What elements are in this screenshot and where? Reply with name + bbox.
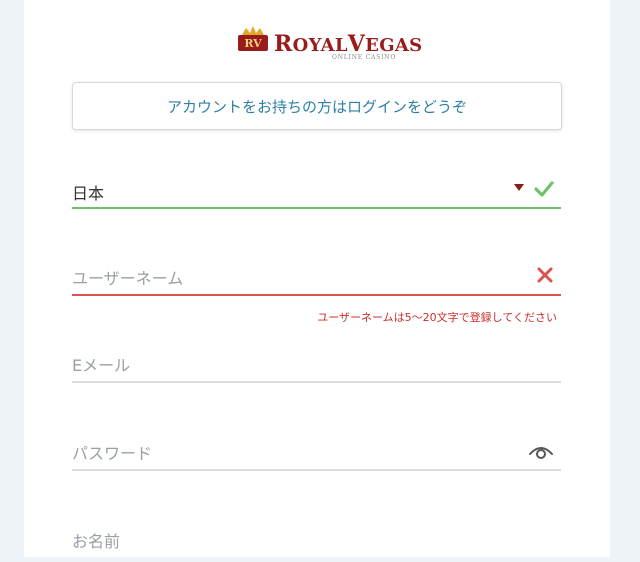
eye-icon[interactable] [528, 442, 554, 460]
svg-text:RV: RV [244, 37, 262, 50]
login-button[interactable]: アカウントをお持ちの方はログインをどうぞ [72, 82, 562, 130]
email-field[interactable]: Eメール [72, 342, 561, 386]
password-field[interactable]: パスワード [72, 430, 561, 474]
registration-card: RV ROYALVEGAS ONLINE CASINO アカウントをお持ちの方は… [24, 0, 610, 557]
password-placeholder: パスワード [72, 444, 153, 463]
brand-subtitle: ONLINE CASINO [332, 54, 397, 61]
password-underline [72, 469, 561, 471]
username-underline [72, 294, 561, 296]
name-placeholder: お名前 [72, 532, 121, 551]
crown-icon: RV [238, 26, 268, 51]
country-select[interactable]: 日本 [72, 168, 561, 212]
username-field[interactable]: ユーザーネーム [72, 255, 561, 299]
email-placeholder: Eメール [72, 356, 131, 375]
username-error-message: ユーザーネームは5〜20文字で登録してください [317, 311, 557, 324]
country-underline [72, 207, 561, 209]
name-field[interactable]: お名前 [72, 518, 561, 562]
close-icon [537, 267, 553, 283]
username-placeholder: ユーザーネーム [72, 269, 184, 288]
country-value: 日本 [72, 184, 105, 203]
royal-vegas-logo: RV ROYALVEGAS ONLINE CASINO [236, 18, 422, 64]
email-underline [72, 381, 561, 383]
dropdown-arrow-icon[interactable] [514, 184, 524, 191]
check-icon [534, 181, 554, 197]
